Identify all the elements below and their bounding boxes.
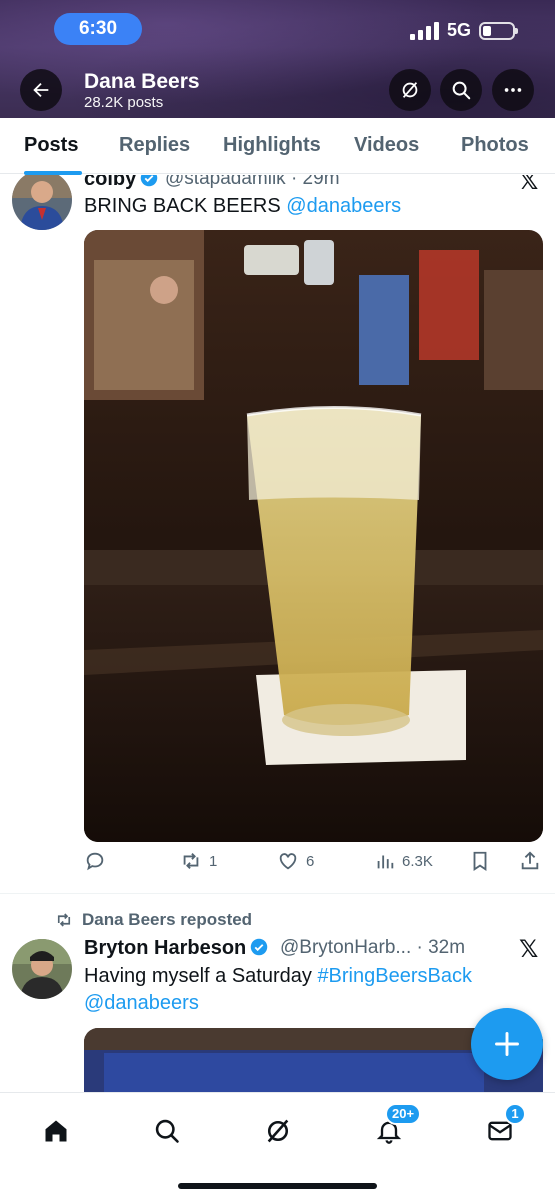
views-icon xyxy=(377,855,394,869)
bookmark-button[interactable] xyxy=(469,850,491,872)
view-count: 6.3K xyxy=(402,852,433,870)
avatar[interactable] xyxy=(12,939,72,999)
bookmark-icon xyxy=(473,851,487,871)
network-label: 5G xyxy=(446,20,471,40)
tweet-text-body: Having myself a Saturday xyxy=(84,965,318,987)
search-icon xyxy=(155,1119,179,1143)
avatar-image xyxy=(12,175,72,230)
grok-icon xyxy=(267,1119,289,1143)
share-icon xyxy=(521,851,539,870)
profile-header: 6:30 5G Dana Beers 28.2K posts xyxy=(0,0,555,118)
tab-photos[interactable]: Photos xyxy=(461,134,529,157)
post-count: 28.2K posts xyxy=(84,94,164,111)
plus-icon xyxy=(495,1032,519,1056)
messages-badge: 1 xyxy=(504,1103,526,1125)
search-button[interactable] xyxy=(440,69,482,111)
status-indicators: 5G xyxy=(409,20,518,41)
signal-icon xyxy=(409,21,439,40)
author-name-text: colby xyxy=(84,175,137,190)
author-name-text: Bryton Harbeson xyxy=(84,937,247,959)
like-count: 6 xyxy=(306,852,315,870)
nav-home[interactable] xyxy=(36,1111,76,1151)
profile-title: Dana Beers 28.2K posts xyxy=(84,70,200,112)
tweet-divider xyxy=(0,893,555,894)
avatar[interactable] xyxy=(12,175,72,230)
tab-replies[interactable]: Replies xyxy=(119,134,190,157)
tab-videos[interactable]: Videos xyxy=(354,134,419,157)
tweet-text: BRING BACK BEERS @danabeers xyxy=(84,193,401,220)
beer-glass-photo xyxy=(84,230,543,842)
repost-indicator: Dana Beers reposted xyxy=(54,910,252,930)
x-logo-icon: 𝕏 xyxy=(519,936,539,963)
tweet-actions: 1 6 6.3K xyxy=(84,850,544,878)
arrow-left-icon xyxy=(33,82,49,98)
profile-name: Dana Beers xyxy=(84,70,200,93)
x-logo-icon: 𝕏 xyxy=(519,175,539,195)
reply-icon xyxy=(86,852,104,871)
home-icon xyxy=(45,1120,67,1142)
tweet-text: Having myself a Saturday #BringBeersBack… xyxy=(84,963,524,1017)
tweet-text-body: BRING BACK BEERS xyxy=(84,195,287,217)
back-button[interactable] xyxy=(20,69,62,111)
share-button[interactable] xyxy=(519,850,541,872)
repost-button[interactable]: 1 xyxy=(179,850,217,872)
repost-label: Dana Beers reposted xyxy=(82,910,253,929)
home-indicator xyxy=(178,1183,377,1189)
tab-highlights[interactable]: Highlights xyxy=(223,134,321,157)
views-button[interactable]: 6.3K xyxy=(374,850,433,872)
repost-count: 1 xyxy=(209,852,218,870)
repost-icon xyxy=(183,853,199,869)
verified-icon xyxy=(141,175,158,187)
mention-link[interactable]: @danabeers xyxy=(84,992,199,1014)
reply-button[interactable] xyxy=(84,850,112,872)
grok-button[interactable] xyxy=(389,69,431,111)
avatar-image xyxy=(12,939,72,999)
tweet-author-name[interactable]: colby xyxy=(84,175,158,191)
verified-icon xyxy=(251,938,268,956)
tweet-photo[interactable] xyxy=(84,230,543,842)
search-icon xyxy=(452,81,471,100)
like-button[interactable]: 6 xyxy=(276,850,314,872)
hashtag-link[interactable]: #BringBeersBack xyxy=(317,965,472,987)
more-icon xyxy=(504,88,522,92)
nav-grok[interactable] xyxy=(258,1111,298,1151)
repost-icon xyxy=(57,913,71,927)
battery-icon xyxy=(479,21,518,40)
tweet-handle-time[interactable]: @BrytonHarb... · 32m xyxy=(280,937,465,959)
tweet-handle-time[interactable]: @stapadamilk · 29m xyxy=(165,175,340,190)
tab-posts[interactable]: Posts xyxy=(24,134,78,157)
tweet-author-name[interactable]: Bryton Harbeson xyxy=(84,937,268,960)
timeline[interactable]: colby @stapadamilk · 29m 𝕏 BRING BACK BE… xyxy=(0,175,555,1092)
notifications-badge: 20+ xyxy=(385,1103,422,1125)
heart-icon xyxy=(279,853,297,870)
grok-icon xyxy=(402,82,418,98)
nav-search[interactable] xyxy=(147,1111,187,1151)
mention-link[interactable]: @danabeers xyxy=(286,195,401,217)
compose-button[interactable] xyxy=(471,1008,543,1080)
profile-tabs: Posts Replies Highlights Videos Photos xyxy=(0,118,555,175)
more-button[interactable] xyxy=(492,69,534,111)
status-time: 6:30 xyxy=(54,13,142,45)
